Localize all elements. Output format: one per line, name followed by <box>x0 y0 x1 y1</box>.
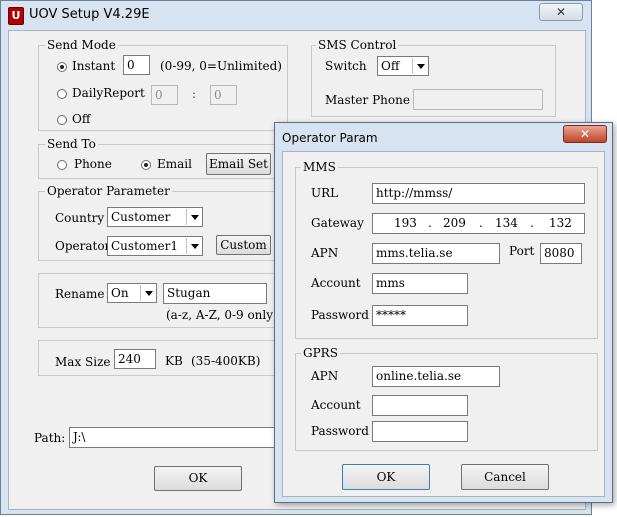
path-input[interactable]: J:\ <box>69 427 284 448</box>
daily-minute-input[interactable]: 0 <box>210 85 237 105</box>
operator-select[interactable]: Customer1 <box>107 236 203 256</box>
sms-control-group: SMS Control Switch Off Master Phone <box>311 38 556 117</box>
send-mode-legend: Send Mode <box>45 38 118 52</box>
sms-switch-select[interactable]: Off <box>377 56 429 76</box>
gateway-dot-2: . <box>479 216 483 230</box>
app-logo-icon: U <box>8 7 24 25</box>
mms-password-label: Password <box>311 308 369 322</box>
phone-label: Phone <box>74 157 112 171</box>
instant-count-input[interactable]: 0 <box>123 55 150 75</box>
gprs-account-input[interactable] <box>372 395 468 416</box>
path-label: Path: <box>34 431 66 445</box>
gprs-apn-label: APN <box>311 369 339 383</box>
gprs-apn-input[interactable]: online.telia.se <box>372 366 500 387</box>
off-label: Off <box>72 112 91 126</box>
gprs-password-input[interactable] <box>372 421 468 442</box>
switch-label: Switch <box>325 59 367 73</box>
operator-value: Customer1 <box>111 239 178 253</box>
mms-legend: MMS <box>301 160 338 174</box>
operator-param-client: MMS URL http://mmss/ Gateway 193 . 209 .… <box>282 151 605 497</box>
operator-label: Operator <box>55 239 111 253</box>
radio-off[interactable] <box>57 115 67 125</box>
max-size-hint: (35-400KB) <box>191 354 261 368</box>
gprs-group: GPRS APN online.telia.se Account Passwor… <box>295 346 598 451</box>
mms-account-input[interactable]: mms <box>372 273 468 294</box>
rename-input[interactable]: Stugan <box>163 283 267 304</box>
chevron-down-icon <box>412 58 427 74</box>
mms-group: MMS URL http://mmss/ Gateway 193 . 209 .… <box>295 160 598 339</box>
country-label: Country <box>55 211 105 225</box>
sms-control-legend: SMS Control <box>316 38 399 52</box>
gateway-ip-input[interactable]: 193 . 209 . 134 . 132 <box>372 213 585 234</box>
max-size-input[interactable]: 240 <box>114 349 156 369</box>
gateway-dot-1: . <box>428 216 432 230</box>
port-label: Port <box>509 244 535 258</box>
operator-cancel-button[interactable]: Cancel <box>461 464 549 490</box>
custom-button[interactable]: Custom <box>216 235 271 255</box>
max-size-unit: KB <box>165 354 183 368</box>
mms-account-label: Account <box>311 276 361 290</box>
mms-apn-input[interactable]: mms.telia.se <box>372 243 500 264</box>
operator-param-dialog: Operator Param ✕ MMS URL http://mmss/ Ga… <box>274 122 613 503</box>
chevron-down-icon <box>140 285 155 301</box>
operator-parameter-legend: Operator Parameter <box>45 184 172 198</box>
rename-hint: (a-z, A-Z, 0-9 only) <box>166 308 278 322</box>
gprs-account-label: Account <box>311 398 361 412</box>
chevron-down-icon <box>186 209 201 225</box>
daily-hour-input[interactable]: 0 <box>151 85 178 105</box>
max-size-group: Max Size 240 KB (35-400KB) <box>38 340 288 376</box>
rename-switch-select[interactable]: On <box>107 283 157 303</box>
rename-label: Rename <box>55 287 105 301</box>
rename-switch-value: On <box>111 286 129 300</box>
operator-parameter-group: Operator Parameter Country Customer Oper… <box>38 184 288 261</box>
daily-report-label: DailyReport <box>72 86 145 100</box>
instant-hint: (0-99, 0=Unlimited) <box>160 59 282 73</box>
radio-phone[interactable] <box>57 160 67 170</box>
instant-label: Instant <box>72 59 116 73</box>
gateway-octet-1: 193 <box>394 216 417 230</box>
daily-time-separator: : <box>192 87 197 101</box>
gprs-legend: GPRS <box>301 346 340 360</box>
main-title-bar: U UOV Setup V4.29E ✕ <box>1 1 591 29</box>
master-phone-input[interactable] <box>413 89 543 110</box>
country-select[interactable]: Customer <box>107 207 203 227</box>
master-phone-label: Master Phone <box>325 93 410 107</box>
main-close-button[interactable]: ✕ <box>539 3 583 21</box>
max-size-label: Max Size <box>55 355 111 369</box>
send-mode-group: Send Mode Instant 0 (0-99, 0=Unlimited) … <box>38 38 288 131</box>
radio-instant[interactable] <box>57 62 67 72</box>
gateway-label: Gateway <box>311 216 364 230</box>
main-ok-button[interactable]: OK <box>154 466 242 491</box>
gateway-octet-3: 134 <box>495 216 518 230</box>
mms-password-input[interactable]: ***** <box>372 305 468 326</box>
operator-ok-button[interactable]: OK <box>342 464 430 490</box>
port-input[interactable]: 8080 <box>540 243 582 264</box>
radio-daily-report[interactable] <box>57 89 67 99</box>
rename-group: Rename On Stugan (a-z, A-Z, 0-9 only) <box>38 273 288 328</box>
gateway-octet-2: 209 <box>443 216 466 230</box>
mms-url-label: URL <box>311 186 339 200</box>
mms-apn-label: APN <box>311 246 339 260</box>
radio-email[interactable] <box>141 160 151 170</box>
operator-close-button[interactable]: ✕ <box>563 125 607 143</box>
mms-url-input[interactable]: http://mmss/ <box>372 183 585 204</box>
operator-param-title: Operator Param <box>282 131 378 145</box>
sms-switch-value: Off <box>381 59 400 73</box>
gateway-octet-4: 132 <box>549 216 572 230</box>
gprs-password-label: Password <box>311 424 369 438</box>
gateway-dot-3: . <box>530 216 534 230</box>
send-to-group: Send To Phone Email Email Set <box>38 137 288 179</box>
country-value: Customer <box>111 210 171 224</box>
send-to-legend: Send To <box>45 137 98 151</box>
chevron-down-icon <box>186 238 201 254</box>
main-window-title: UOV Setup V4.29E <box>29 7 150 22</box>
email-label: Email <box>157 157 192 171</box>
email-set-button[interactable]: Email Set <box>206 153 271 175</box>
